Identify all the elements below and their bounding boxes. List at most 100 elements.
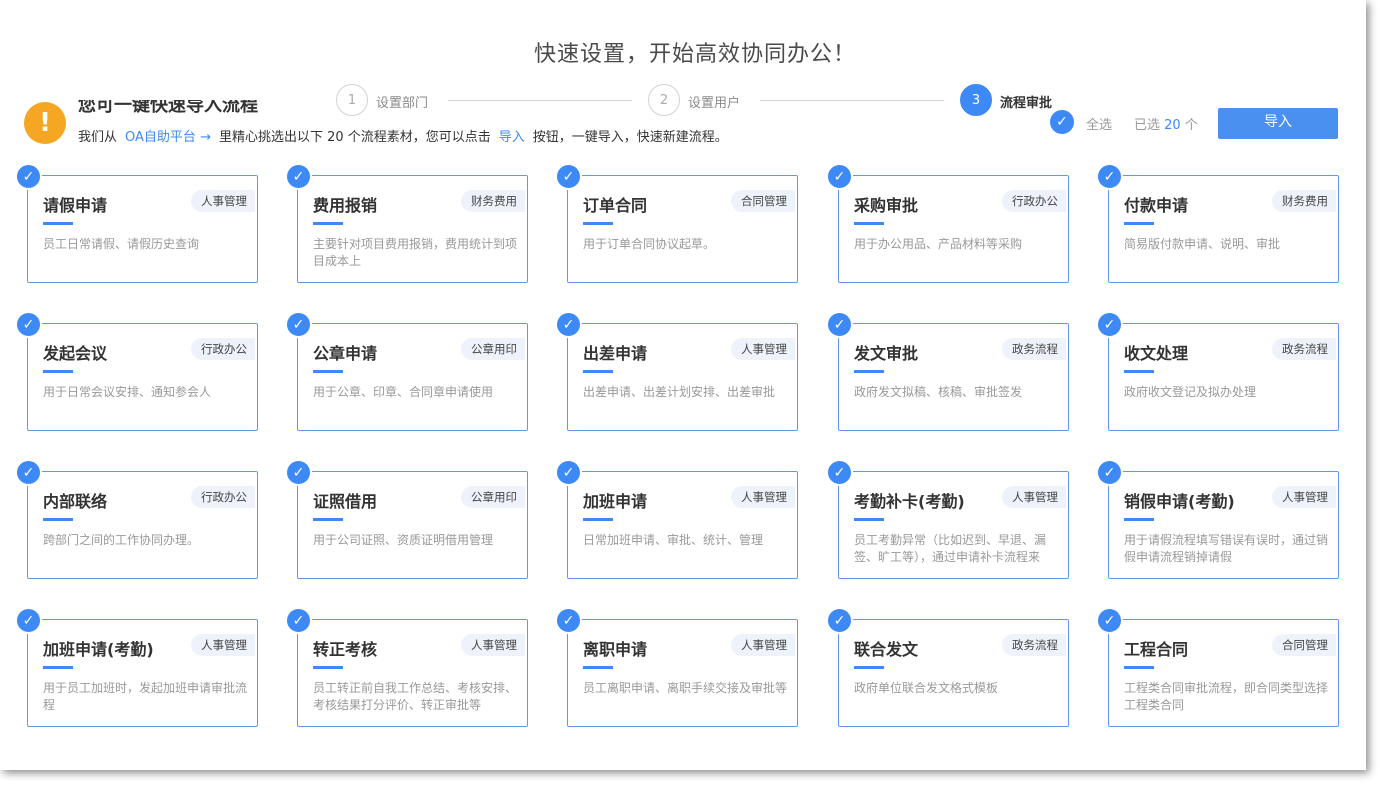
workflow-card[interactable]: ✓ 加班申请 人事管理 日常加班申请、审批、统计、管理: [555, 459, 798, 579]
card-checkbox[interactable]: ✓: [826, 459, 853, 486]
check-icon: ✓: [562, 168, 575, 185]
workflow-card[interactable]: ✓ 发文审批 政务流程 政府发文拟稿、核稿、审批签发: [826, 311, 1069, 431]
card-checkbox[interactable]: ✓: [15, 607, 42, 634]
page-title: 快速设置，开始高效协同办公！: [533, 42, 856, 67]
intro-text-part2: 里精心挑选出以下 20 个流程素材，您可以点击: [218, 130, 491, 145]
step-2-circle: 2: [648, 84, 680, 116]
check-icon: ✓: [1103, 168, 1116, 185]
check-icon: ✓: [22, 464, 35, 481]
card-category-tag: 合同管理: [1272, 634, 1336, 656]
card-description: 政府单位联合发文格式模板: [854, 681, 999, 695]
card-checkbox[interactable]: ✓: [15, 459, 42, 486]
card-title-underline: [313, 666, 343, 669]
card-category-tag: 人事管理: [1002, 486, 1066, 508]
workflow-card[interactable]: ✓ 考勤补卡(考勤) 人事管理员工考勤异常（比如迟到、早退、漏签、旷工等），通过申请…: [826, 459, 1069, 579]
check-icon: ✓: [562, 316, 575, 333]
workflow-card[interactable]: ✓ 采购审批 行政办公 用于办公用品、产品材料等采购: [826, 163, 1069, 283]
workflow-card[interactable]: ✓ 出差申请 人事管理 出差申请、出差计划安排、出差审批: [555, 311, 798, 431]
intro-text-part1: 我们从: [78, 130, 118, 145]
card-description: 员工离职申请、离职手续交接及审批等: [583, 681, 788, 695]
card-category-tag: 财务费用: [461, 190, 525, 212]
card-checkbox[interactable]: ✓: [555, 459, 582, 486]
workflow-card[interactable]: ✓ 工程合同 合同管理 工程类合同审批流程，即合同类型选择工程类合同: [1096, 607, 1339, 727]
card-checkbox[interactable]: ✓: [555, 163, 582, 190]
workflow-card[interactable]: ✓ 离职申请 人事管理 员工离职申请、离职手续交接及审批等: [555, 607, 798, 727]
card-checkbox[interactable]: ✓: [826, 607, 853, 634]
step-1-circle: 1: [336, 84, 368, 116]
card-title: 考勤补卡(考勤): [854, 492, 965, 511]
workflow-card[interactable]: ✓ 公章申请 公章用印 用于公章、印章、合同章申请使用: [285, 311, 528, 431]
card-category-tag: 行政办公: [191, 486, 255, 508]
check-icon: ✓: [292, 316, 305, 333]
card-checkbox[interactable]: ✓: [285, 607, 312, 634]
card-category-tag: 人事管理: [461, 634, 525, 656]
step-1-label: 设置部门: [376, 96, 429, 111]
workflow-card[interactable]: ✓ 内部联络 行政办公跨部门之间的工作协同办理。: [15, 459, 258, 579]
step-2-label: 设置用户: [688, 96, 741, 111]
card-title: 证照借用: [313, 492, 378, 511]
card-description: 工程类合同审批流程，即合同类型选择工程类合同: [1124, 681, 1329, 712]
card-checkbox[interactable]: ✓: [15, 163, 42, 190]
workflow-card[interactable]: ✓ 费用报销 财务费用 主要针对项目费用报销，费用统计到项目成本上: [285, 163, 528, 283]
card-category-tag: 政务流程: [1272, 338, 1336, 360]
card-title-underline: [583, 666, 613, 669]
card-checkbox[interactable]: ✓: [1096, 163, 1123, 190]
check-icon: ✓: [22, 612, 35, 629]
workflow-card[interactable]: ✓ 付款申请 财务费用 简易版付款申请、说明、审批: [1096, 163, 1339, 283]
card-description: 员工考勤异常（比如迟到、早退、漏签、旷工等），通过申请补卡流程来: [854, 533, 1047, 564]
workflow-card[interactable]: ✓ 订单合同 合同管理 用于订单合同协议起草。: [555, 163, 798, 283]
card-category-tag: 人事管理: [191, 190, 255, 212]
workflow-card[interactable]: ✓ 请假申请 人事管理 员工日常请假、请假历史查询: [15, 163, 258, 283]
check-icon: ✓: [833, 612, 846, 629]
workflow-card[interactable]: ✓ 联合发文 政务流程政府单位联合发文格式模板: [826, 607, 1069, 727]
card-checkbox[interactable]: ✓: [1096, 311, 1123, 338]
card-title-underline: [43, 518, 73, 521]
card-title-underline: [43, 666, 73, 669]
card-title-underline: [1124, 222, 1154, 225]
workflow-card[interactable]: ✓ 发起会议 行政办公 用于日常会议安排、通知参会人: [15, 311, 258, 431]
workflow-card[interactable]: ✓ 收文处理 政务流程 政府收文登记及拟办处理: [1096, 311, 1339, 431]
card-category-tag: 行政办公: [191, 338, 255, 360]
card-checkbox[interactable]: ✓: [285, 311, 312, 338]
card-checkbox[interactable]: ✓: [15, 311, 42, 338]
check-icon: ✓: [562, 464, 575, 481]
workflow-card[interactable]: ✓ 转正考核 人事管理 员工转正前自我工作总结、考核安排、考核结果打分评价、转正审批等: [285, 607, 528, 727]
card-title: 联合发文: [854, 640, 919, 659]
workflow-card[interactable]: ✓ 证照借用 公章用印 用于公司证照、资质证明借用管理: [285, 459, 528, 579]
card-description: 政府收文登记及拟办处理: [1124, 385, 1257, 399]
card-title: 内部联络: [43, 492, 108, 511]
card-category-tag: 政务流程: [1002, 634, 1066, 656]
card-title-underline: [854, 518, 884, 521]
step-3-label: 流程审批: [1000, 96, 1053, 111]
card-title: 离职申请: [583, 640, 648, 659]
card-checkbox[interactable]: ✓: [1096, 459, 1123, 486]
card-title: 费用报销: [313, 196, 378, 215]
card-description: 跨部门之间的工作协同办理。: [43, 533, 200, 547]
card-checkbox[interactable]: ✓: [826, 163, 853, 190]
card-title-underline: [854, 370, 884, 373]
card-category-tag: 政务流程: [1002, 338, 1066, 360]
card-title-underline: [583, 222, 613, 225]
card-title: 出差申请: [583, 344, 648, 363]
card-checkbox[interactable]: ✓: [285, 459, 312, 486]
card-title-underline: [313, 222, 343, 225]
card-checkbox[interactable]: ✓: [555, 311, 582, 338]
card-checkbox[interactable]: ✓: [285, 163, 312, 190]
workflow-card[interactable]: ✓ 加班申请(考勤) 人事管理 用于员工加班时，发起加班申请审批流程: [15, 607, 258, 727]
card-title-underline: [313, 518, 343, 521]
check-icon: ✓: [1103, 316, 1116, 333]
card-category-tag: 人事管理: [1272, 486, 1336, 508]
import-link[interactable]: 导入: [499, 130, 525, 145]
card-category-tag: 人事管理: [731, 486, 795, 508]
card-checkbox[interactable]: ✓: [555, 607, 582, 634]
check-icon: ✓: [562, 612, 575, 629]
card-title-underline: [313, 370, 343, 373]
card-checkbox[interactable]: ✓: [1096, 607, 1123, 634]
card-title: 加班申请(考勤): [43, 640, 154, 659]
workflow-card[interactable]: ✓ 销假申请(考勤) 人事管理 用于请假流程填写错误有误时，通过销假申请流程销掉请假: [1096, 459, 1339, 579]
card-title-underline: [43, 222, 73, 225]
card-checkbox[interactable]: ✓: [826, 311, 853, 338]
oa-platform-link[interactable]: OA自助平台 →: [125, 130, 211, 145]
card-title: 请假申请: [43, 196, 108, 215]
card-title: 订单合同: [583, 196, 648, 215]
